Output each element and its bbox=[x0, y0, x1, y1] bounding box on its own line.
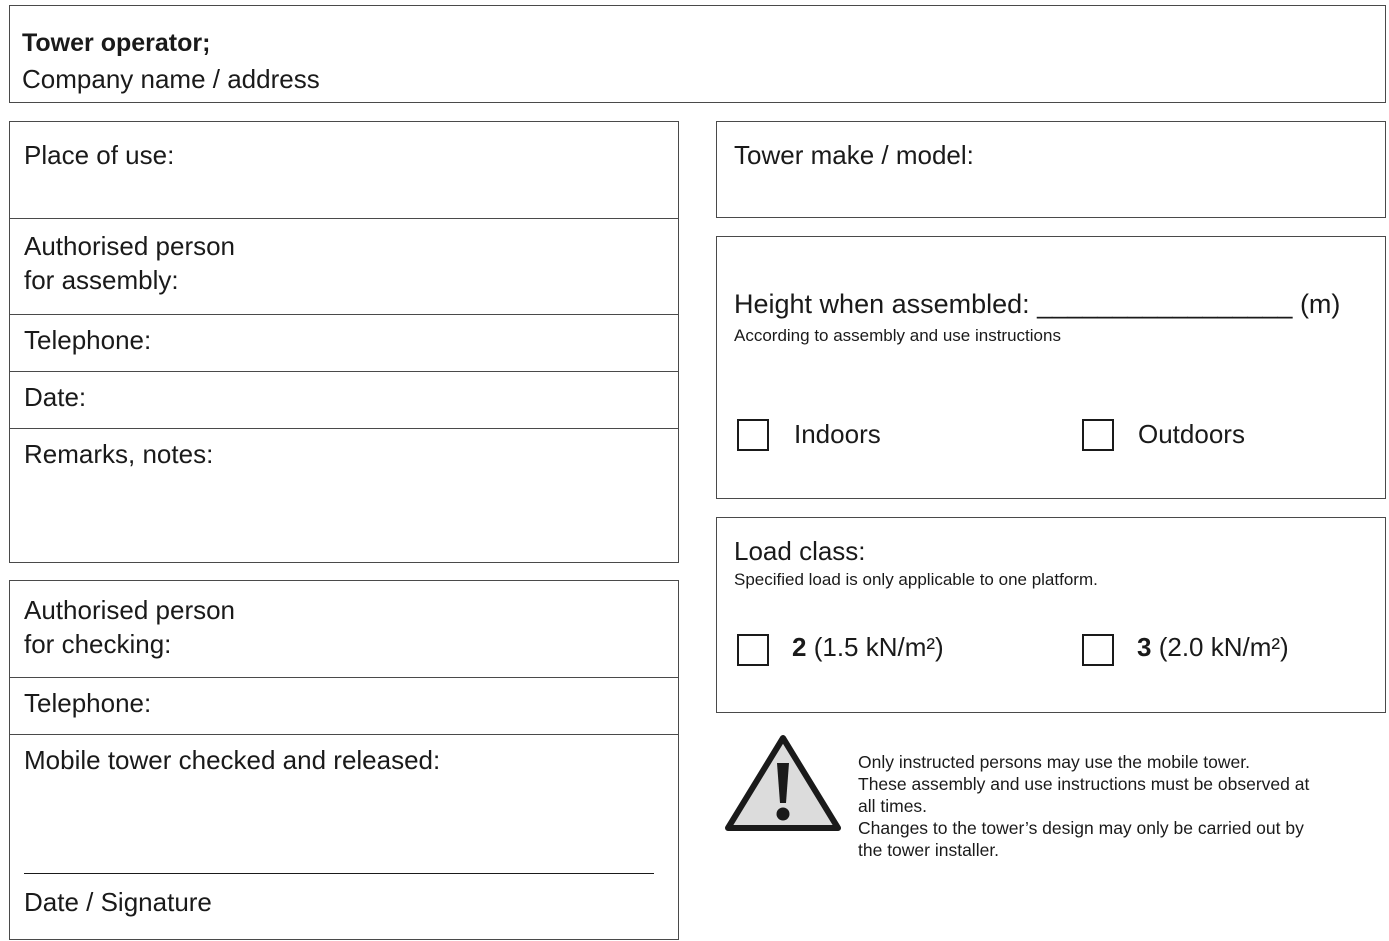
warning-text: Only instructed persons may use the mobi… bbox=[858, 751, 1378, 861]
load-class-3-value: (2.0 kN/m²) bbox=[1158, 632, 1289, 662]
remarks-label: Remarks, notes: bbox=[24, 439, 214, 469]
assembly-person-label-2: for assembly: bbox=[24, 265, 179, 295]
warning-line-5: the tower installer. bbox=[858, 840, 1000, 860]
checking-info-box: Authorised person for checking: Telephon… bbox=[9, 580, 679, 940]
checking-person-field[interactable]: Authorised person for checking: bbox=[10, 581, 678, 677]
load-class-box: Load class: Specified load is only appli… bbox=[716, 517, 1386, 713]
operator-subtitle: Company name / address bbox=[22, 64, 320, 94]
signature-line bbox=[24, 873, 654, 874]
load-class-2-value: (1.5 kN/m²) bbox=[813, 632, 944, 662]
height-note: According to assembly and use instructio… bbox=[734, 326, 1061, 345]
operator-box: Tower operator; Company name / address bbox=[9, 5, 1386, 103]
load-class-label: Load class: bbox=[734, 536, 866, 566]
checked-released-field[interactable]: Mobile tower checked and released: Date … bbox=[10, 734, 678, 941]
assembly-telephone-field[interactable]: Telephone: bbox=[10, 314, 678, 371]
indoors-label: Indoors bbox=[794, 419, 881, 449]
date-signature-label: Date / Signature bbox=[24, 887, 212, 917]
load-class-2-option: 2 (1.5 kN/m²) bbox=[792, 630, 944, 664]
checking-telephone-field[interactable]: Telephone: bbox=[10, 677, 678, 734]
assembly-person-field[interactable]: Authorised person for assembly: bbox=[10, 218, 678, 314]
outdoors-checkbox[interactable] bbox=[1082, 419, 1114, 451]
checking-person-label-1: Authorised person bbox=[24, 595, 236, 625]
assembly-telephone-label: Telephone: bbox=[24, 325, 152, 355]
load-class-2-checkbox[interactable] bbox=[737, 634, 769, 666]
warning-triangle-icon bbox=[720, 730, 846, 834]
assembly-date-field[interactable]: Date: bbox=[10, 371, 678, 428]
place-of-use-label: Place of use: bbox=[24, 140, 175, 170]
checking-person-label-2: for checking: bbox=[24, 629, 172, 659]
tower-model-box[interactable]: Tower make / model: bbox=[716, 121, 1386, 218]
load-class-3-number: 3 bbox=[1137, 632, 1152, 662]
load-class-3-option: 3 (2.0 kN/m²) bbox=[1137, 630, 1289, 664]
warning-line-3: all times. bbox=[858, 796, 928, 816]
tower-model-label: Tower make / model: bbox=[734, 140, 974, 170]
checked-released-label: Mobile tower checked and released: bbox=[24, 745, 441, 775]
assembly-date-label: Date: bbox=[24, 382, 87, 412]
load-class-note: Specified load is only applicable to one… bbox=[734, 570, 1098, 589]
load-class-2-number: 2 bbox=[792, 632, 807, 662]
assembly-person-label-1: Authorised person bbox=[24, 231, 236, 261]
warning-line-4: Changes to the tower’s design may only b… bbox=[858, 818, 1304, 838]
height-box: Height when assembled: _________________… bbox=[716, 236, 1386, 499]
height-label: Height when assembled: _________________… bbox=[734, 289, 1341, 319]
assembly-info-box: Place of use: Authorised person for asse… bbox=[9, 121, 679, 563]
load-class-3-checkbox[interactable] bbox=[1082, 634, 1114, 666]
indoors-checkbox[interactable] bbox=[737, 419, 769, 451]
checking-telephone-label: Telephone: bbox=[24, 688, 152, 718]
warning-line-2: These assembly and use instructions must… bbox=[858, 774, 1310, 794]
outdoors-label: Outdoors bbox=[1138, 419, 1245, 449]
remarks-field[interactable]: Remarks, notes: bbox=[10, 428, 678, 562]
operator-title: Tower operator; bbox=[22, 29, 211, 57]
place-of-use-field[interactable]: Place of use: bbox=[10, 122, 678, 218]
warning-line-1: Only instructed persons may use the mobi… bbox=[858, 752, 1250, 772]
